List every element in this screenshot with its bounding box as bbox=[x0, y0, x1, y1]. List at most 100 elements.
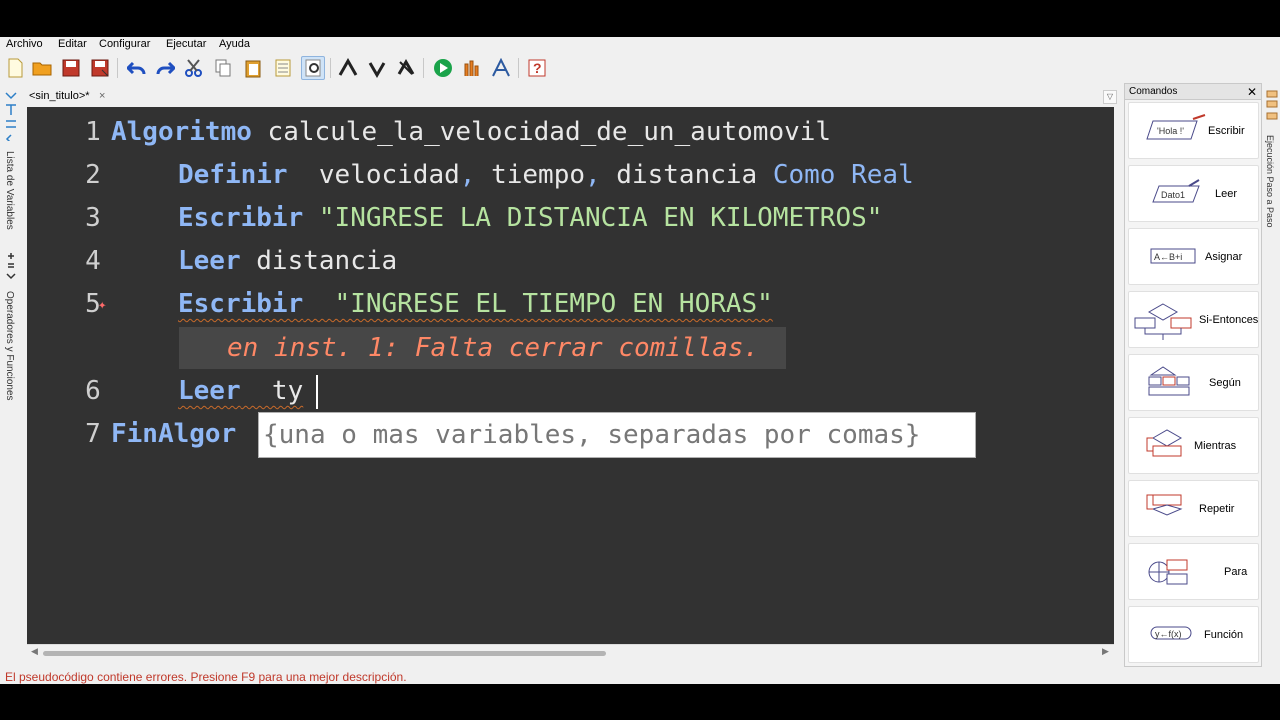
escribir-shape-icon: 'Hola !' bbox=[1146, 114, 1206, 140]
command-mientras[interactable]: Mientras bbox=[1128, 417, 1259, 474]
keyword: Leer bbox=[178, 246, 241, 276]
svg-text:?: ? bbox=[533, 60, 542, 76]
code-line-2: Definir velocidad, tiempo, distancia Com… bbox=[178, 160, 914, 190]
error-message: en inst. 1: Falta cerrar comillas. bbox=[227, 333, 760, 363]
code-line-3: Escribir "INGRESE LA DISTANCIA EN KILOME… bbox=[178, 203, 882, 233]
string-literal: "INGRESE LA DISTANCIA EN KILOMETROS" bbox=[303, 203, 883, 233]
leer-shape-icon: Dato1 bbox=[1152, 179, 1200, 203]
command-label: Asignar bbox=[1205, 251, 1243, 263]
menu-bar: Archivo Editar Configurar Ejecutar Ayuda bbox=[0, 37, 1280, 51]
step-by-step-icon[interactable] bbox=[460, 56, 484, 80]
close-icon[interactable]: ✕ bbox=[1247, 84, 1257, 100]
code-text: distancia bbox=[240, 246, 398, 276]
code-text: ty bbox=[240, 376, 304, 406]
para-shape-icon bbox=[1148, 559, 1188, 585]
code-line-5: Escribir "INGRESE EL TIEMPO EN HORAS" bbox=[178, 289, 773, 319]
commands-header: Comandos ✕ bbox=[1125, 84, 1261, 100]
code-line-1: Algoritmo calcule_la_velocidad_de_un_aut… bbox=[111, 117, 831, 147]
command-funcion[interactable]: y←f(x) Función bbox=[1128, 606, 1259, 663]
explain-icon[interactable] bbox=[489, 56, 513, 80]
scroll-right-icon[interactable]: ▶ bbox=[1102, 646, 1109, 657]
scroll-left-icon[interactable]: ◀ bbox=[31, 646, 38, 657]
command-escribir[interactable]: 'Hola !' Escribir bbox=[1128, 102, 1259, 159]
svg-text:'Hola !': 'Hola !' bbox=[1157, 126, 1184, 136]
command-label: Mientras bbox=[1194, 440, 1237, 452]
step-by-step-tab-label[interactable]: Ejecución Paso a Paso bbox=[1265, 135, 1275, 228]
tab-sin-titulo[interactable]: <sin_titulo>* × bbox=[25, 87, 115, 105]
command-segun[interactable]: Según bbox=[1128, 354, 1259, 411]
toolbar: ? bbox=[0, 52, 1280, 84]
step-icon[interactable] bbox=[1265, 89, 1279, 125]
save-as-icon[interactable] bbox=[88, 56, 112, 80]
code-text: tiempo bbox=[475, 160, 585, 190]
code-editor[interactable]: 1 2 3 4 5 6 7 ✦ Algoritmo calcule_la_vel… bbox=[27, 107, 1114, 644]
pseint-window: Archivo Editar Configurar Ejecutar Ayuda bbox=[0, 37, 1280, 684]
unindent-icon[interactable] bbox=[365, 56, 389, 80]
svg-text:Dato1: Dato1 bbox=[1161, 190, 1185, 200]
command-leer[interactable]: Dato1 Leer bbox=[1128, 165, 1259, 222]
menu-ejecutar[interactable]: Ejecutar bbox=[166, 37, 206, 51]
run-icon[interactable] bbox=[431, 56, 455, 80]
funcion-shape-icon: y←f(x) bbox=[1150, 626, 1192, 640]
tab-close-icon[interactable]: × bbox=[99, 87, 105, 105]
command-label: Si-Entonces bbox=[1199, 314, 1259, 326]
line-number: 6 bbox=[85, 376, 101, 406]
menu-archivo[interactable]: Archivo bbox=[6, 37, 43, 51]
error-annotation: en inst. 1: Falta cerrar comillas. bbox=[179, 327, 786, 369]
redo-icon[interactable] bbox=[153, 56, 177, 80]
open-file-icon[interactable] bbox=[30, 56, 54, 80]
operators-tab-label[interactable]: Operadores y Funciones bbox=[4, 291, 15, 401]
command-label: Leer bbox=[1215, 188, 1238, 200]
tab-label: <sin_titulo>* bbox=[29, 90, 90, 102]
code-line-7: FinAlgor bbox=[111, 419, 236, 449]
find-icon[interactable] bbox=[301, 56, 325, 80]
text-caret bbox=[316, 375, 318, 409]
string-literal: "INGRESE EL TIEMPO EN HORAS" bbox=[303, 289, 773, 319]
horizontal-scrollbar[interactable]: ◀ ▶ bbox=[27, 644, 1114, 660]
toolbar-separator bbox=[330, 58, 331, 78]
keyword: Escribir bbox=[178, 203, 304, 233]
line-number: 3 bbox=[85, 203, 101, 233]
punct: , bbox=[585, 160, 601, 190]
left-side-panel: Lista de Variables Operadores y Funcione… bbox=[0, 87, 20, 417]
command-si-entonces[interactable]: Si-Entonces bbox=[1128, 291, 1259, 348]
help-icon[interactable]: ? bbox=[525, 56, 549, 80]
menu-editar[interactable]: Editar bbox=[58, 37, 87, 51]
toolbar-separator bbox=[423, 58, 424, 78]
mientras-shape-icon bbox=[1146, 429, 1183, 457]
keyword: Algoritmo bbox=[111, 117, 252, 147]
save-icon[interactable] bbox=[59, 56, 83, 80]
line-number: 5 bbox=[85, 289, 101, 319]
menu-configurar[interactable]: Configurar bbox=[99, 37, 150, 51]
asignar-shape-icon: A←B+i bbox=[1150, 248, 1196, 264]
code-text: calcule_la_velocidad_de_un_automovil bbox=[251, 117, 832, 147]
commands-title: Comandos bbox=[1129, 86, 1178, 97]
scrollbar-thumb[interactable] bbox=[43, 651, 606, 656]
command-label: Escribir bbox=[1208, 125, 1245, 137]
command-label: Según bbox=[1209, 377, 1241, 389]
cut-icon[interactable] bbox=[182, 56, 206, 80]
punct: , bbox=[459, 160, 476, 190]
indent-icon[interactable] bbox=[336, 56, 360, 80]
right-side-panel: Ejecución Paso a Paso bbox=[1262, 87, 1280, 307]
undo-icon[interactable] bbox=[125, 56, 149, 80]
variables-icon[interactable] bbox=[5, 91, 17, 141]
command-repetir[interactable]: Repetir bbox=[1128, 480, 1259, 537]
code-text: distancia bbox=[600, 160, 773, 190]
menu-ayuda[interactable]: Ayuda bbox=[219, 37, 250, 51]
paste-icon[interactable] bbox=[241, 56, 265, 80]
copy-icon[interactable] bbox=[211, 56, 235, 80]
toolbar-separator bbox=[117, 58, 118, 78]
command-para[interactable]: Para bbox=[1128, 543, 1259, 600]
comment-icon[interactable] bbox=[394, 56, 418, 80]
select-all-icon[interactable] bbox=[271, 56, 295, 80]
operators-icon[interactable] bbox=[5, 252, 17, 282]
tab-dropdown-icon[interactable]: ▽ bbox=[1103, 90, 1117, 104]
status-message[interactable]: El pseudocódigo contiene errores. Presio… bbox=[5, 670, 407, 684]
new-file-icon[interactable] bbox=[3, 56, 27, 80]
autocomplete-tooltip: {una o mas variables, separadas por coma… bbox=[258, 412, 976, 458]
keyword: Escribir bbox=[178, 289, 304, 319]
variables-tab-label[interactable]: Lista de Variables bbox=[4, 151, 15, 230]
command-asignar[interactable]: A←B+i Asignar bbox=[1128, 228, 1259, 285]
commands-panel: Comandos ✕ 'Hola !' Escribir Dato1 Leer … bbox=[1124, 83, 1262, 667]
